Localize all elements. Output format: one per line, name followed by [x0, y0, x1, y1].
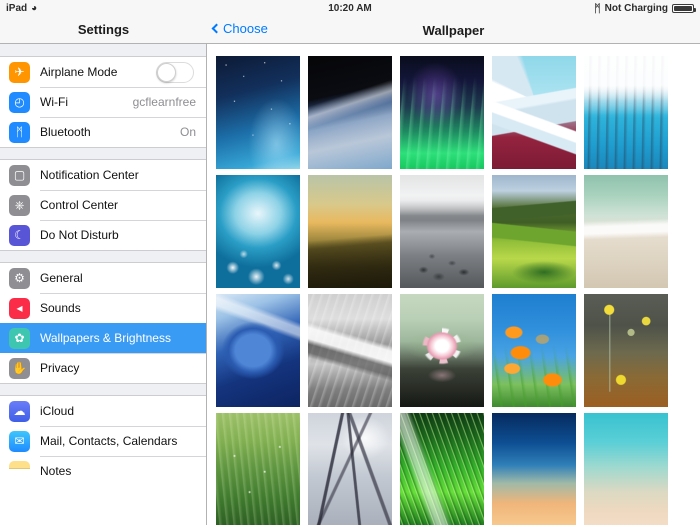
- wallpaper-thumbnail-beach-sand-shoreline[interactable]: [584, 175, 668, 288]
- content-navbar: Choose Wallpaper: [207, 18, 700, 44]
- sidebar-item-privacy[interactable]: ✋ Privacy: [0, 353, 206, 383]
- sidebar-item-notes[interactable]: Notes: [0, 456, 206, 486]
- sidebar-item-label: Control Center: [40, 198, 206, 212]
- wallpaper-content: [207, 44, 700, 525]
- sidebar-item-do-not-disturb[interactable]: ☾ Do Not Disturb: [0, 220, 206, 250]
- sidebar-item-label: Mail, Contacts, Calendars: [40, 434, 206, 448]
- sidebar-group-separator: [0, 383, 206, 396]
- wallpaper-art-layer: [492, 294, 576, 407]
- sidebar-item-label: Privacy: [40, 361, 206, 375]
- sidebar-item-icloud[interactable]: ☁ iCloud: [0, 396, 206, 426]
- wallpaper-art-layer: [492, 56, 576, 169]
- wallpaper-thumbnail-green-rolling-hills[interactable]: [492, 175, 576, 288]
- wallpaper-thumbnail-blue-orange-sky-gradient[interactable]: [492, 413, 576, 525]
- wallpaper-thumbnail-green-aurora-borealis[interactable]: [400, 56, 484, 169]
- sidebar-item-label: Airplane Mode: [40, 65, 156, 79]
- page-title: Wallpaper: [207, 23, 700, 38]
- sidebar-item-control-center[interactable]: ⎈ Control Center: [0, 190, 206, 220]
- wallpaper-art-layer: [400, 294, 484, 407]
- status-bar: iPad ◕ 10:20 AM ᛗ Not Charging: [0, 0, 700, 18]
- settings-title: Settings: [0, 22, 207, 37]
- sidebar-item-label: Sounds: [40, 301, 206, 315]
- wallpaper-art-layer: [308, 294, 392, 407]
- wallpaper-thumbnail-earth-from-space[interactable]: [308, 56, 392, 169]
- wallpaper-art-layer: [216, 413, 300, 525]
- sidebar-item-sounds[interactable]: ◂ Sounds: [0, 293, 206, 323]
- control-center-icon: ⎈: [9, 195, 30, 216]
- wallpaper-art-layer: [308, 175, 392, 288]
- wallpaper-thumbnail-golden-sunset-hills[interactable]: [308, 175, 392, 288]
- sidebar-group-separator: [0, 147, 206, 160]
- wallpaper-art-layer: [216, 56, 300, 169]
- wallpaper-art-layer: [308, 413, 392, 525]
- flower-icon: ✿: [9, 328, 30, 349]
- speaker-icon: ◂: [9, 298, 30, 319]
- bluetooth-icon: ᛗ: [594, 4, 601, 14]
- sidebar-item-label: Wallpapers & Brightness: [40, 331, 206, 345]
- sidebar-item-label: Do Not Disturb: [40, 228, 206, 242]
- wallpaper-thumbnail-nebula-blue-stars[interactable]: [216, 56, 300, 169]
- wallpaper-art-layer: [492, 175, 576, 288]
- battery-status-label: Not Charging: [605, 3, 668, 14]
- wallpaper-thumbnail-yellow-billy-buttons[interactable]: [584, 294, 668, 407]
- sidebar-item-label: General: [40, 271, 206, 285]
- settings-sidebar[interactable]: ✈ Airplane Mode ◴ Wi-Figcflearnfree ᛗ Bluetoo…: [0, 44, 207, 525]
- hand-icon: ✋: [9, 358, 30, 379]
- wallpaper-thumbnail-ocean-bokeh-lights[interactable]: [216, 175, 300, 288]
- wallpaper-art-layer: [308, 56, 392, 169]
- sidebar-item-notification-center[interactable]: ▢ Notification Center: [0, 160, 206, 190]
- wallpaper-art-layer: [400, 56, 484, 169]
- sidebar-navbar: Settings: [0, 18, 207, 44]
- sidebar-item-wallpapers-brightness[interactable]: ✿ Wallpapers & Brightness: [0, 323, 206, 353]
- wallpaper-thumbnail-reeds-on-water[interactable]: [308, 413, 392, 525]
- wallpaper-art-layer: [216, 175, 300, 288]
- sidebar-item-wi-fi[interactable]: ◴ Wi-Figcflearnfree: [0, 87, 206, 117]
- sidebar-item-bluetooth[interactable]: ᛗ BluetoothOn: [0, 117, 206, 147]
- wallpaper-thumbnail-teal-cream-gradient[interactable]: [584, 413, 668, 525]
- airplane-mode-toggle[interactable]: [156, 62, 194, 83]
- sidebar-item-label: Notes: [40, 464, 206, 478]
- wallpaper-thumbnail-snow-mountain-red-rock[interactable]: [492, 56, 576, 169]
- wallpaper-thumbnail-green-palm-fronds[interactable]: [400, 413, 484, 525]
- wallpaper-art-layer: [584, 294, 668, 407]
- sidebar-item-label: Bluetooth: [40, 125, 180, 139]
- moon-icon: ☾: [9, 225, 30, 246]
- wallpaper-thumbnail-frozen-blue-trees[interactable]: [584, 56, 668, 169]
- wallpaper-grid[interactable]: [216, 56, 668, 525]
- notes-icon: [9, 461, 30, 482]
- wallpaper-thumbnail-blackwhite-mountain-lake[interactable]: [400, 175, 484, 288]
- sidebar-item-value: On: [180, 125, 206, 139]
- gear-icon: ⚙: [9, 268, 30, 289]
- sidebar-group-separator: [0, 250, 206, 263]
- wifi-icon: ◴: [9, 92, 30, 113]
- sidebar-item-airplane-mode[interactable]: ✈ Airplane Mode: [0, 57, 206, 87]
- notification-center-icon: ▢: [9, 165, 30, 186]
- sidebar-item-label: Wi-Fi: [40, 95, 133, 109]
- sidebar-item-label: iCloud: [40, 404, 206, 418]
- sidebar-group-separator: [0, 44, 206, 57]
- wallpaper-art-layer: [584, 175, 668, 288]
- wallpaper-thumbnail-dewy-green-grass[interactable]: [216, 413, 300, 525]
- wallpaper-art-layer: [216, 294, 300, 407]
- wallpaper-thumbnail-pink-lotus-flower[interactable]: [400, 294, 484, 407]
- sidebar-item-label: Notification Center: [40, 168, 206, 182]
- cloud-icon: ☁: [9, 401, 30, 422]
- airplane-icon: ✈: [9, 62, 30, 83]
- toggle-knob: [157, 63, 176, 82]
- bluetooth-icon: ᛗ: [9, 122, 30, 143]
- sidebar-item-value: gcflearnfree: [133, 95, 206, 109]
- mail-icon: ✉: [9, 431, 30, 452]
- wallpaper-art-layer: [584, 56, 668, 169]
- wallpaper-thumbnail-orange-poppy-flowers[interactable]: [492, 294, 576, 407]
- battery-full-icon: [672, 4, 694, 13]
- wallpaper-art-layer: [400, 413, 484, 525]
- status-bar-right: ᛗ Not Charging: [594, 3, 694, 14]
- sidebar-item-mail-contacts-calendars[interactable]: ✉ Mail, Contacts, Calendars: [0, 426, 206, 456]
- wallpaper-art-layer: [400, 175, 484, 288]
- wallpaper-thumbnail-blue-ocean-wave[interactable]: [216, 294, 300, 407]
- wallpaper-thumbnail-blackwhite-wave[interactable]: [308, 294, 392, 407]
- sidebar-item-general[interactable]: ⚙ General: [0, 263, 206, 293]
- ipad-settings-screen: iPad ◕ 10:20 AM ᛗ Not Charging Settings …: [0, 0, 700, 525]
